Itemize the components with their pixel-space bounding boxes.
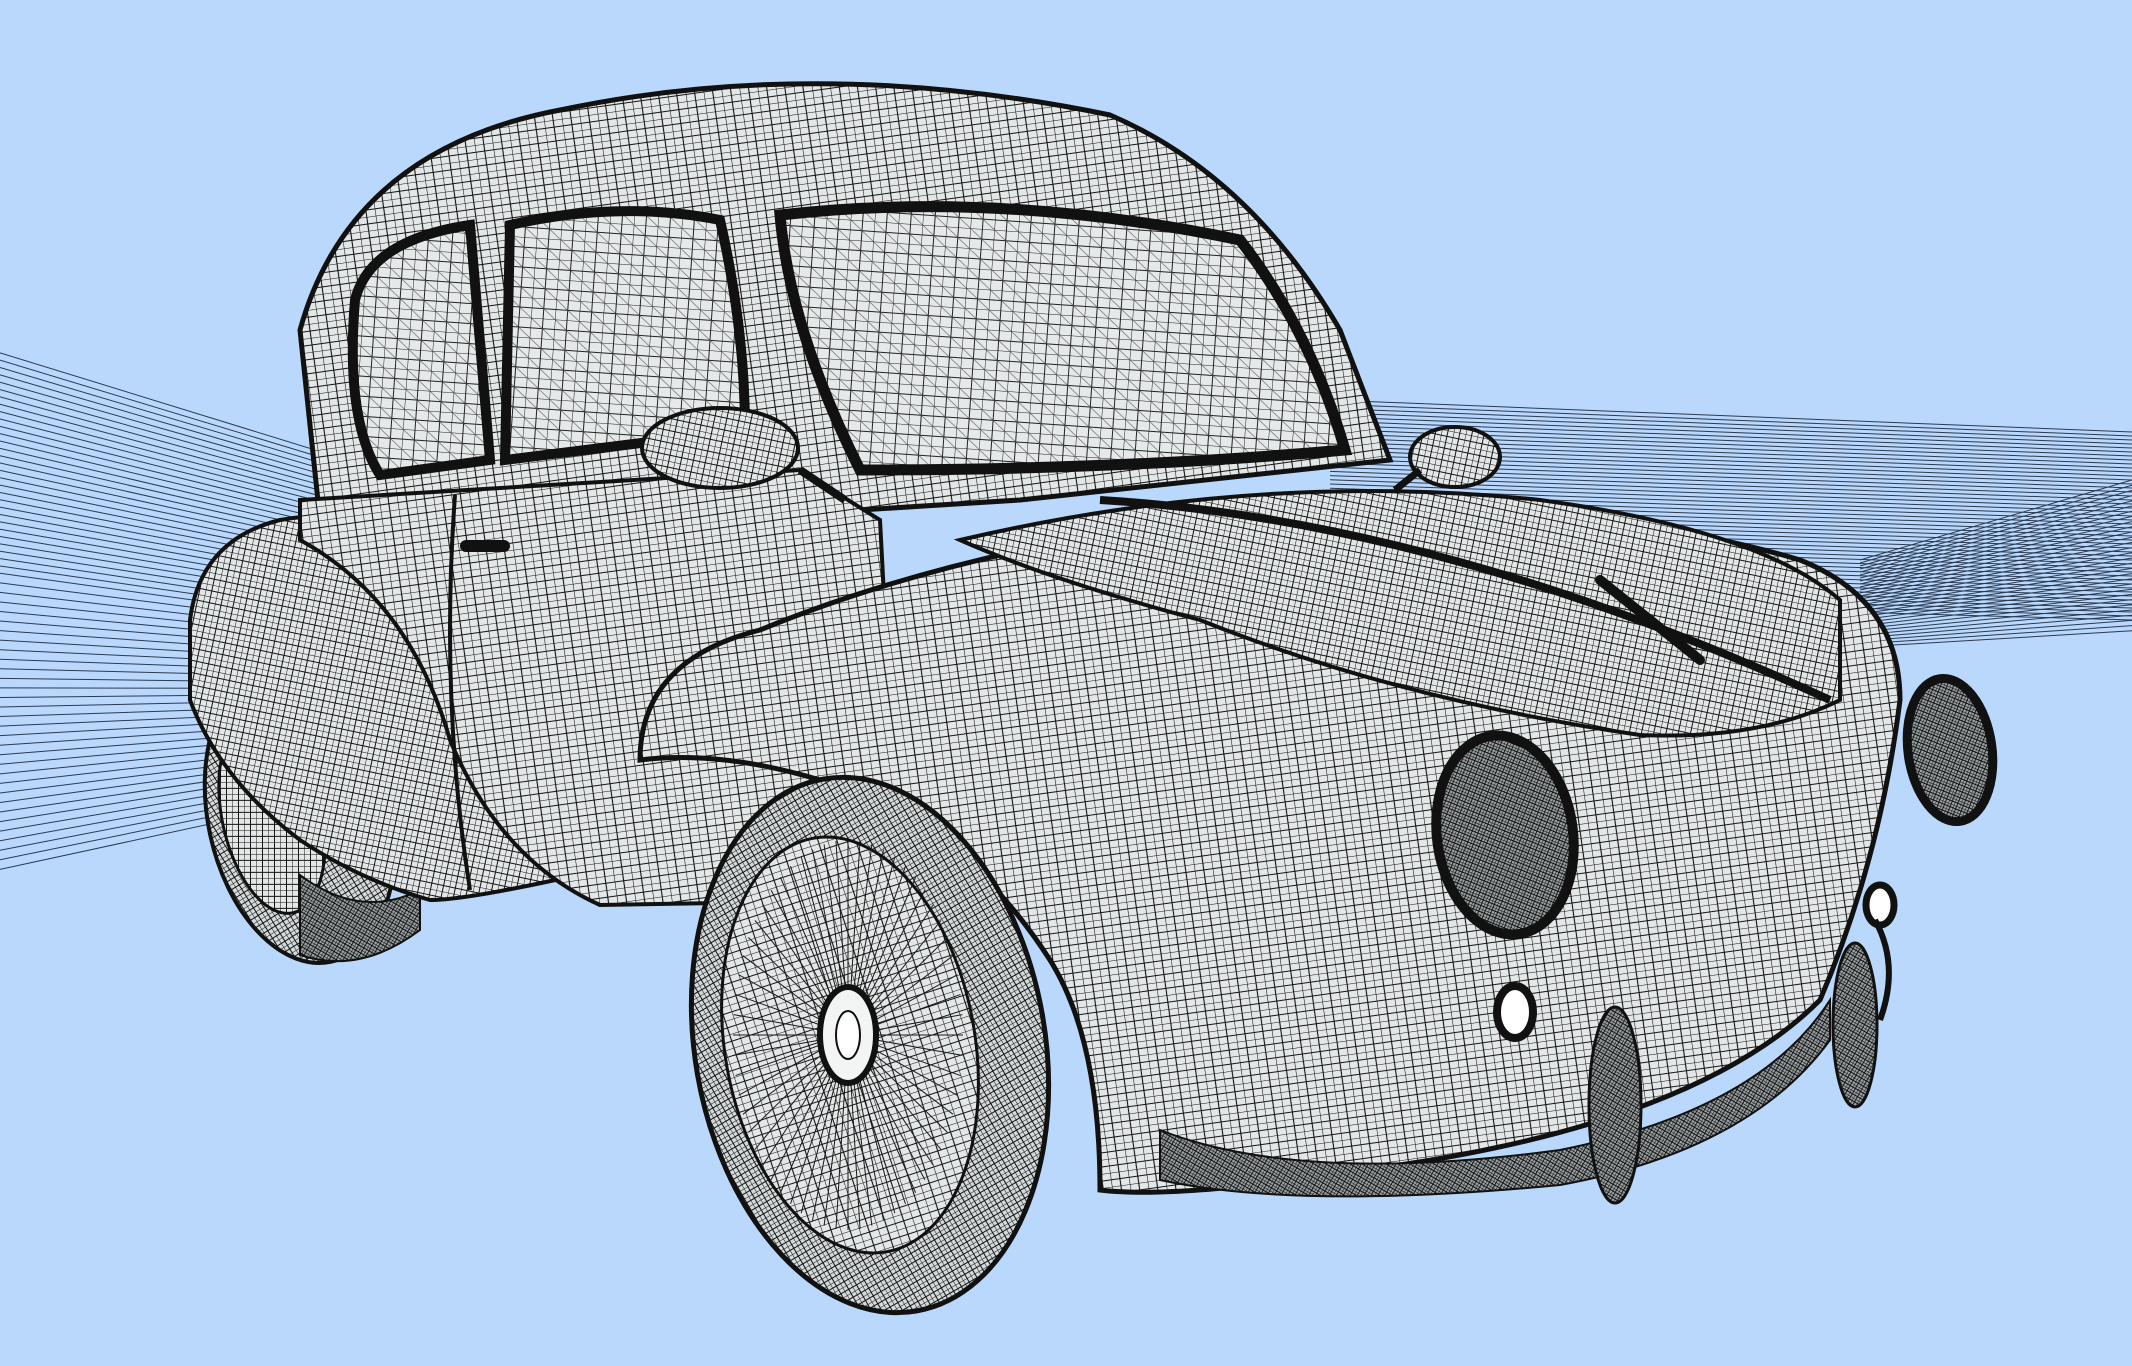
mesh-render <box>0 81 2132 1316</box>
streamline <box>1859 593 2132 627</box>
streamline <box>1859 630 2132 648</box>
door-handle-icon <box>460 540 510 552</box>
streamline <box>1859 619 2132 642</box>
render-viewport[interactable] <box>0 0 2132 1366</box>
streamline <box>1859 562 2132 609</box>
